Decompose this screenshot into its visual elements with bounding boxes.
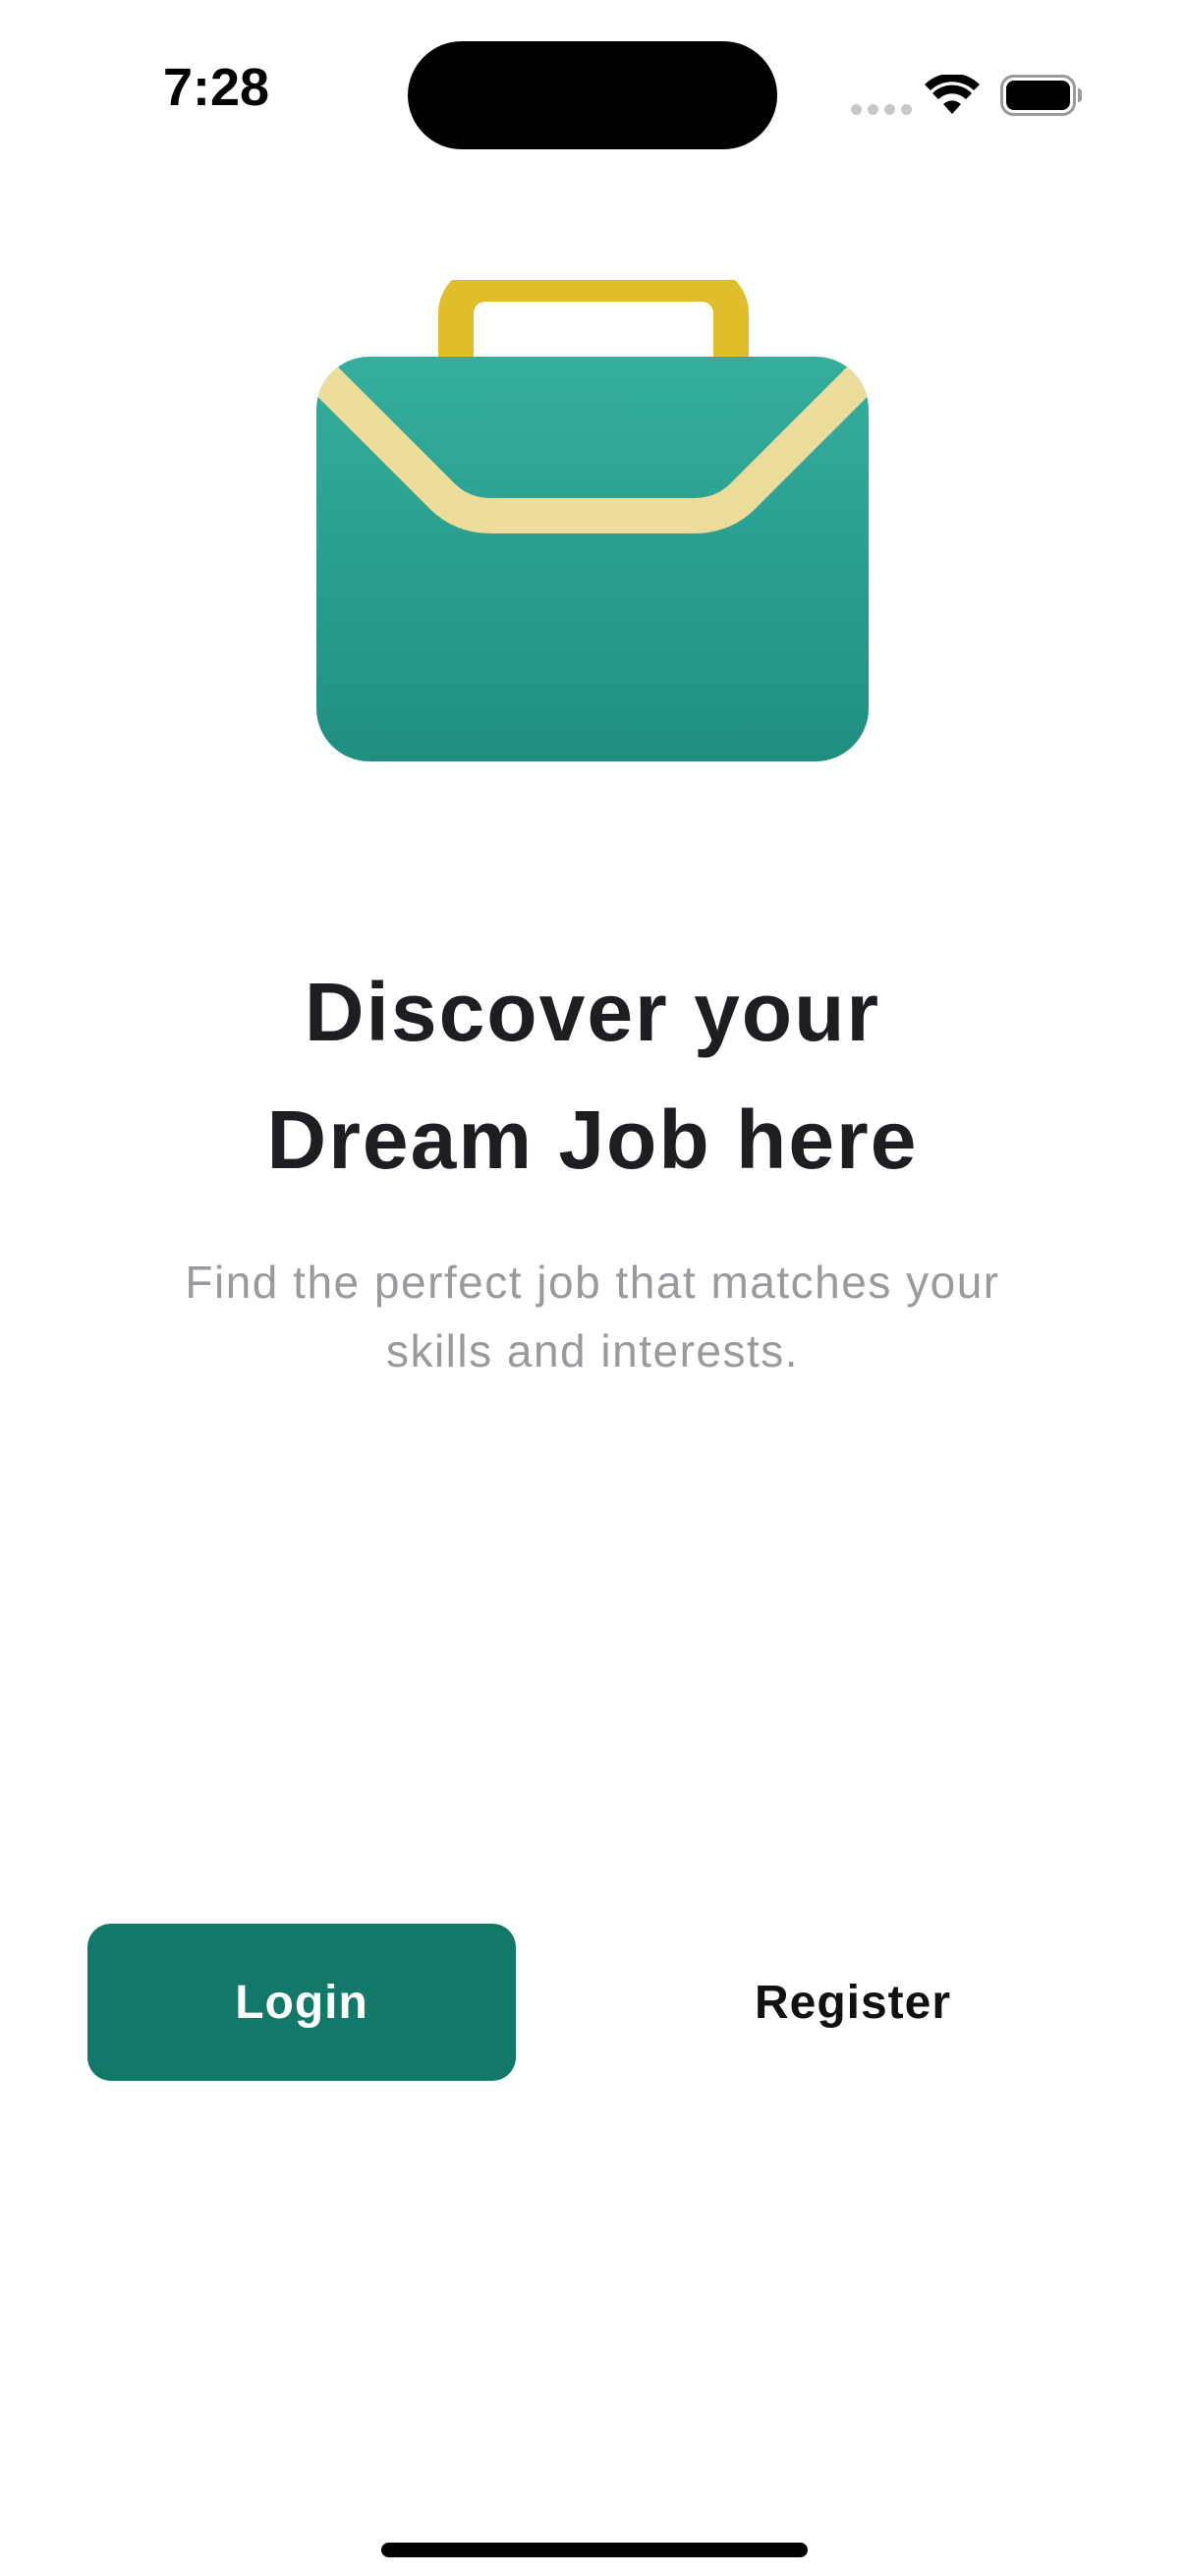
headline-line-1: Discover your xyxy=(304,966,881,1058)
page-title: Discover your Dream Job here xyxy=(98,948,1087,1204)
dynamic-island xyxy=(408,41,777,149)
subtitle-line-1: Find the perfect job that matches your xyxy=(185,1257,1000,1308)
signal-dots-icon xyxy=(851,104,912,115)
subtitle-line-2: skills and interests. xyxy=(385,1325,800,1376)
wifi-icon xyxy=(925,75,980,114)
briefcase-icon xyxy=(316,280,869,761)
login-button[interactable]: Login xyxy=(87,1924,516,2081)
status-bar: 7:28 xyxy=(0,0,1185,196)
battery-icon xyxy=(1000,75,1082,116)
status-time: 7:28 xyxy=(162,58,270,117)
headline-line-2: Dream Job here xyxy=(266,1093,919,1186)
subtitle: Find the perfect job that matches your s… xyxy=(98,1248,1087,1385)
home-indicator[interactable] xyxy=(381,2543,808,2557)
register-button[interactable]: Register xyxy=(639,1924,1067,2081)
